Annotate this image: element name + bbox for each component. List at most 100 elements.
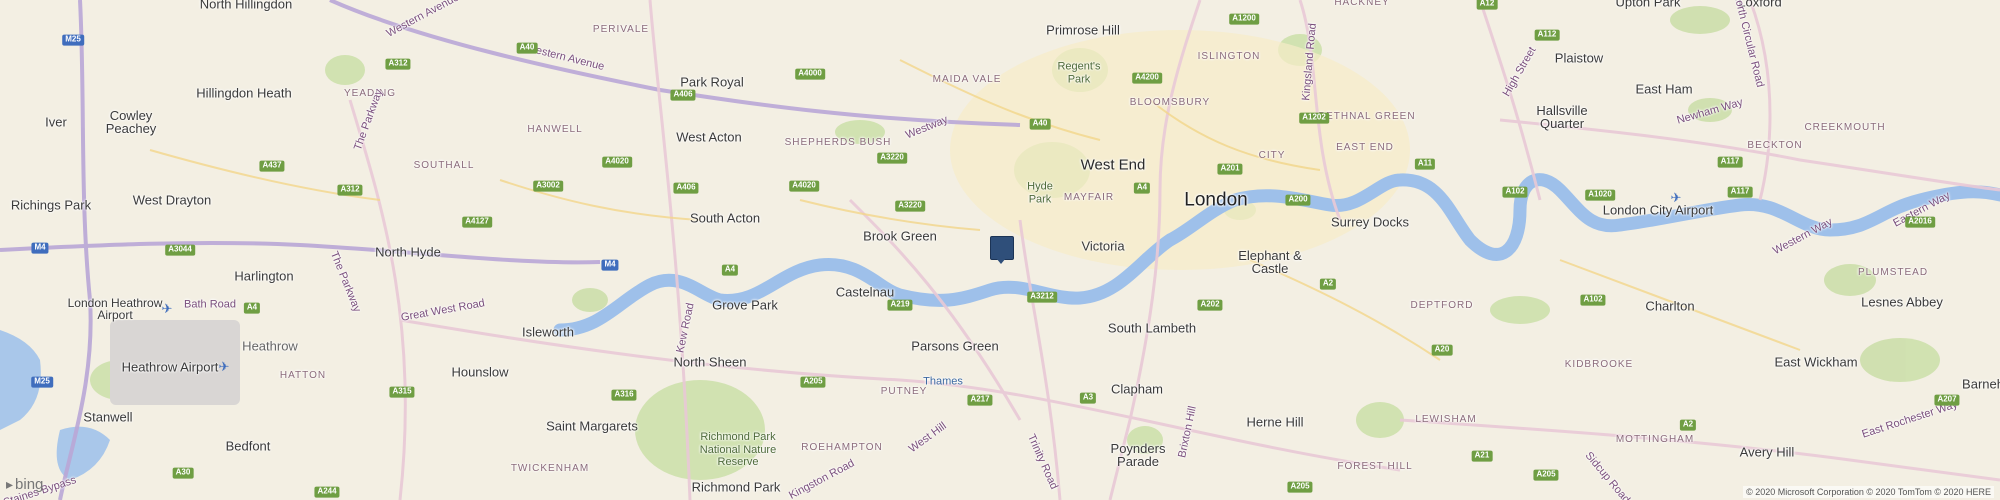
district-maida-vale: MAIDA VALE bbox=[932, 74, 1002, 85]
label-plaistow: Plaistow bbox=[1554, 50, 1604, 66]
road-shield-a2016: A2016 bbox=[1905, 216, 1935, 228]
label-stanwell: Stanwell bbox=[83, 409, 133, 425]
label-harlington: Harlington bbox=[234, 268, 294, 284]
road-shield-a244: A244 bbox=[314, 486, 340, 498]
district-twickenham: TWICKENHAM bbox=[510, 463, 590, 474]
label-poynders-parade: Poynders Parade bbox=[1110, 441, 1166, 469]
label-london: London bbox=[1184, 189, 1248, 211]
label-south-acton: South Acton bbox=[689, 210, 761, 226]
label-hallsville-quarter: Hallsville Quarter bbox=[1536, 103, 1588, 131]
airport-icon: ✈ bbox=[161, 301, 173, 316]
label-upton-park: Upton Park bbox=[1615, 0, 1681, 10]
label-avery-hill: Avery Hill bbox=[1739, 444, 1795, 460]
label-clapham: Clapham bbox=[1110, 381, 1164, 397]
road-shield-a3212: A3212 bbox=[1027, 291, 1057, 303]
label-barnehurst: Barneh bbox=[1962, 376, 2000, 392]
road-shield-a202: A202 bbox=[1197, 299, 1223, 311]
district-kidbrooke: KIDBROOKE bbox=[1564, 359, 1634, 370]
road-shield-a2: A2 bbox=[1319, 278, 1337, 290]
label-south-lambeth: South Lambeth bbox=[1107, 320, 1197, 336]
label-primrose-hill: Primrose Hill bbox=[1046, 22, 1120, 38]
road-shield-a4127: A4127 bbox=[462, 216, 492, 228]
park-hyde: Hyde Park bbox=[1027, 180, 1053, 205]
location-pin-tail bbox=[996, 258, 1006, 264]
label-lesnes-abbey: Lesnes Abbey bbox=[1861, 294, 1943, 310]
road-shield-a2: A2 bbox=[1679, 419, 1697, 431]
road-shield-m25: M25 bbox=[31, 376, 53, 388]
road-shield-a3220: A3220 bbox=[895, 200, 925, 212]
bing-icon: ▸ bbox=[6, 476, 14, 492]
label-surrey-docks: Surrey Docks bbox=[1330, 214, 1410, 230]
road-shield-a4000: A4000 bbox=[795, 68, 825, 80]
district-bloomsbury: BLOOMSBURY bbox=[1129, 97, 1211, 108]
district-shepherds-bush: SHEPHERDS BUSH bbox=[784, 137, 892, 148]
district-hanwell: HANWELL bbox=[527, 124, 583, 135]
label-herne-hill: Herne Hill bbox=[1246, 414, 1304, 430]
road-shield-a21: A21 bbox=[1471, 450, 1493, 462]
label-east-wickham: East Wickham bbox=[1774, 354, 1858, 370]
road-shield-a4: A4 bbox=[1133, 182, 1151, 194]
district-hackney: HACKNEY bbox=[1334, 0, 1390, 8]
district-mayfair: MAYFAIR bbox=[1063, 192, 1115, 203]
label-hounslow: Hounslow bbox=[451, 364, 509, 380]
district-deptford: DEPTFORD bbox=[1410, 300, 1474, 311]
road-shield-a4200: A4200 bbox=[1132, 72, 1162, 84]
road-shield-a316: A316 bbox=[611, 389, 637, 401]
road-shield-a117: A117 bbox=[1717, 156, 1743, 168]
label-thames: Thames bbox=[923, 375, 963, 388]
road-shield-a1020: A1020 bbox=[1585, 189, 1615, 201]
label-richings-park: Richings Park bbox=[10, 197, 92, 213]
road-shield-a3220: A3220 bbox=[877, 152, 907, 164]
bing-logo: ▸ bing bbox=[6, 476, 43, 493]
district-beckton: BECKTON bbox=[1747, 140, 1803, 151]
road-shield-a217: A217 bbox=[967, 394, 993, 406]
airport-icon: ✈ bbox=[218, 359, 230, 374]
district-southall: SOUTHALL bbox=[413, 160, 475, 171]
label-heathrow: Heathrow bbox=[242, 338, 298, 354]
district-putney: PUTNEY bbox=[880, 386, 928, 397]
road-shield-a205: A205 bbox=[1533, 469, 1559, 481]
road-shield-a4: A4 bbox=[721, 264, 739, 276]
road-shield-a40: A40 bbox=[1029, 118, 1051, 130]
label-west-end: West End bbox=[1080, 156, 1146, 174]
road-shield-a1117: A117 bbox=[1727, 186, 1753, 198]
label-east-ham: East Ham bbox=[1635, 81, 1693, 97]
road-shield-a3044: A3044 bbox=[165, 244, 195, 256]
map-canvas[interactable]: London West End Victoria Elephant & Cast… bbox=[0, 0, 2000, 500]
district-creekmouth: CREEKMOUTH bbox=[1804, 122, 1886, 133]
road-shield-a3: A3 bbox=[1079, 392, 1097, 404]
road-shield-a315: A315 bbox=[389, 386, 415, 398]
road-shield-m25: M25 bbox=[62, 34, 84, 46]
road-shield-a312: A312 bbox=[385, 58, 411, 70]
road-shield-a205: A205 bbox=[1287, 481, 1313, 493]
location-pin-marker[interactable] bbox=[990, 236, 1014, 260]
label-castelnau: Castelnau bbox=[835, 284, 895, 300]
road-shield-a12: A12 bbox=[1476, 0, 1498, 10]
road-shield-a200: A200 bbox=[1285, 194, 1311, 206]
road-shield-a207: A207 bbox=[1934, 394, 1960, 406]
map-copyright: © 2020 Microsoft Corporation © 2020 TomT… bbox=[1743, 486, 1994, 498]
label-north-sheen: North Sheen bbox=[673, 354, 747, 370]
bing-logo-text: bing bbox=[15, 476, 44, 493]
road-shield-a3002: A3002 bbox=[533, 180, 563, 192]
road-shield-a112: A112 bbox=[1534, 29, 1560, 41]
road-shield-m4: M4 bbox=[31, 242, 49, 254]
road-shield-a406: A406 bbox=[673, 182, 699, 194]
road-shield-a30: A30 bbox=[172, 467, 194, 479]
district-mottingham: MOTTINGHAM bbox=[1615, 434, 1695, 445]
road-shield-a4020: A4020 bbox=[789, 180, 819, 192]
road-shield-a1202: A1202 bbox=[1299, 112, 1329, 124]
label-iver: Iver bbox=[45, 114, 67, 130]
district-perivale: PERIVALE bbox=[592, 24, 650, 35]
label-north-hillingdon: North Hillingdon bbox=[199, 0, 293, 12]
road-shield-a4: A4 bbox=[243, 302, 261, 314]
label-richmond-park: Richmond Park bbox=[691, 479, 781, 495]
road-shield-a219: A219 bbox=[887, 299, 913, 311]
road-shield-a1200: A1200 bbox=[1229, 13, 1259, 25]
road-shield-m4: M4 bbox=[601, 259, 619, 271]
park-richmond-nnr: Richmond Park National Nature Reserve bbox=[699, 431, 777, 469]
road-shield-a11: A11 bbox=[1414, 158, 1436, 170]
label-grove-park: Grove Park bbox=[712, 297, 778, 313]
label-park-royal: Park Royal bbox=[680, 74, 744, 90]
label-london-heathrow-airport: London Heathrow Airport bbox=[67, 296, 163, 322]
